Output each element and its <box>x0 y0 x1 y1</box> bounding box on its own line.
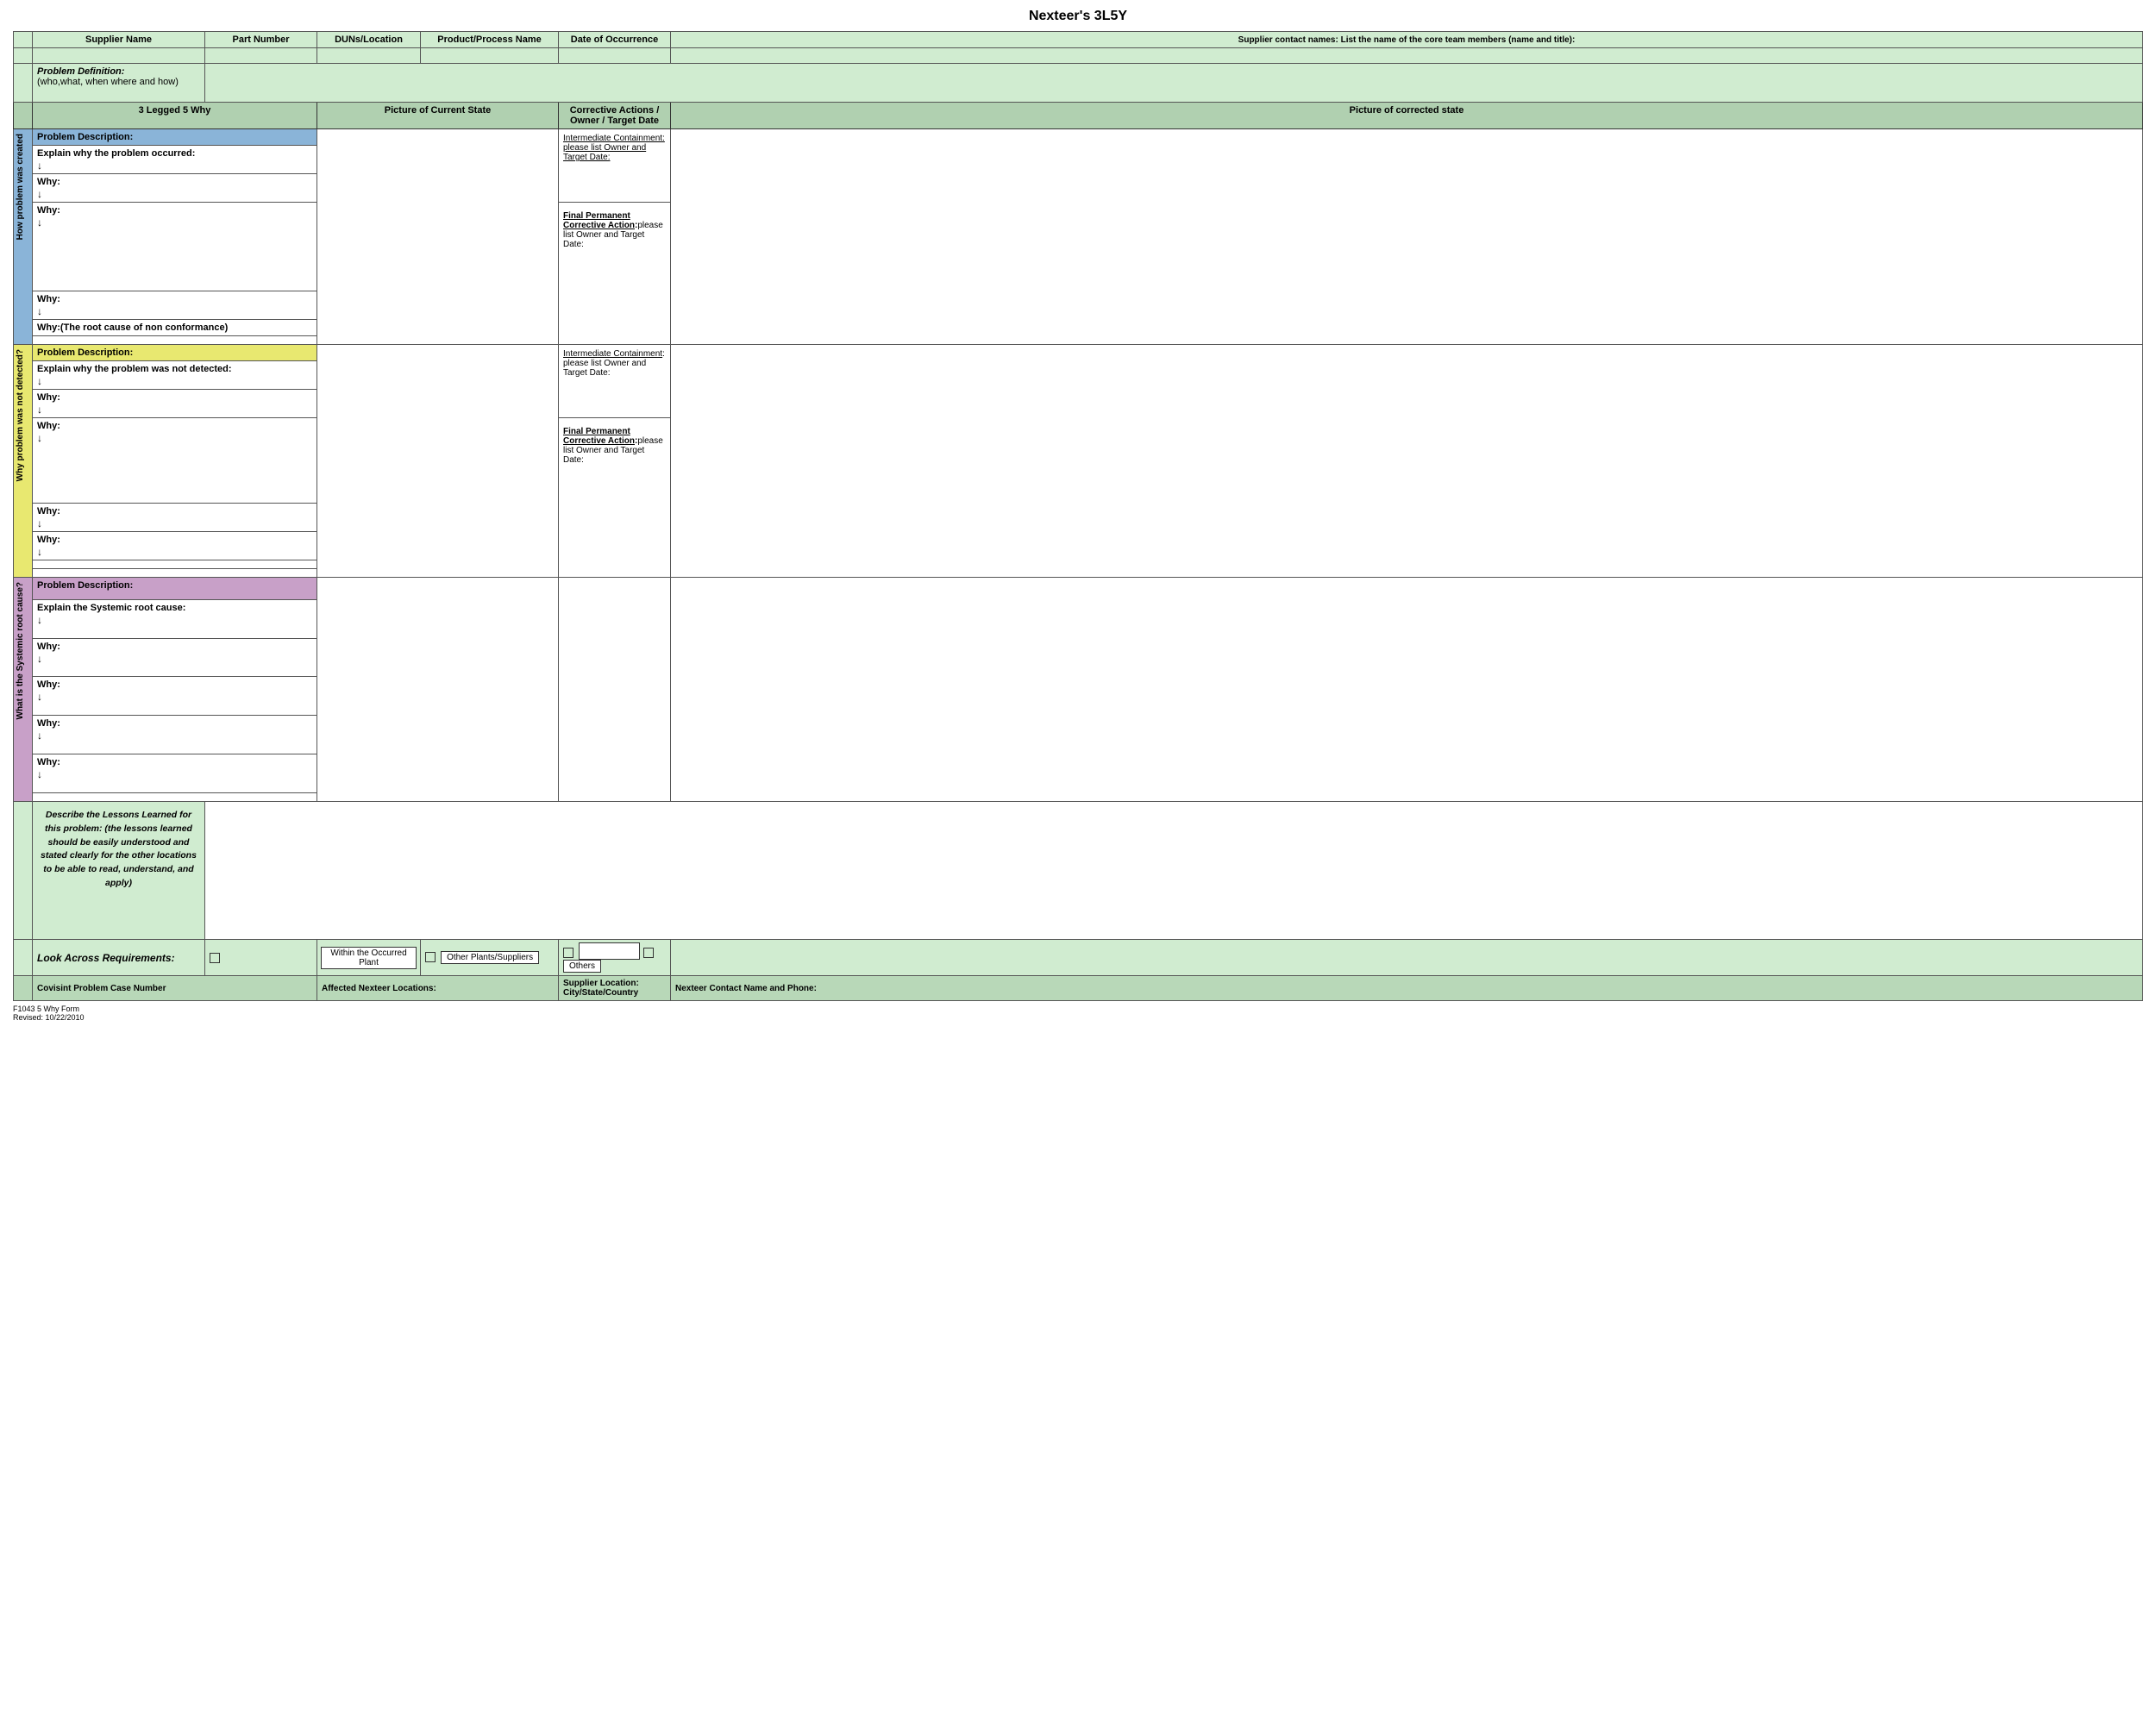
col-header-corrective: Corrective Actions / Owner / Target Date <box>559 103 671 129</box>
s2-why3[interactable]: Why: ↓ <box>33 504 317 532</box>
s2-intermediate-containment[interactable]: Intermediate Containment: please list Ow… <box>559 345 671 418</box>
s3-picture-cell[interactable] <box>317 578 559 802</box>
s2-picture-cell[interactable] <box>317 345 559 578</box>
duns-value[interactable] <box>317 48 421 64</box>
s1-why1[interactable]: Why: ↓ <box>33 174 317 203</box>
s1-root-cause[interactable]: Why:(The root cause of non conformance) <box>33 320 317 336</box>
s1-picture-cell[interactable] <box>317 129 559 345</box>
nexteer-contact-label: Nexteer Contact Name and Phone: <box>671 976 2143 1001</box>
s2-why2[interactable]: Why: ↓ <box>33 418 317 504</box>
problem-def-value[interactable] <box>205 64 2143 103</box>
look-across-checkbox4[interactable] <box>643 948 654 958</box>
lessons-label-cell: Describe the Lessons Learned for this pr… <box>33 802 205 940</box>
look-across-checkbox3[interactable] <box>563 948 573 958</box>
s1-final-corrective[interactable]: Final Permanent Corrective Action:Final … <box>559 203 671 345</box>
look-across-option2-btn[interactable]: Other Plants/Suppliers <box>441 951 539 964</box>
lessons-learned-text: Describe the Lessons Learned for this pr… <box>40 809 197 891</box>
lessons-spacer <box>14 802 33 940</box>
s1-why2[interactable]: Why: ↓ <box>33 203 317 291</box>
look-across-checkbox1[interactable] <box>210 953 220 963</box>
product-header: Product/Process Name <box>421 32 559 48</box>
s1-problem-desc[interactable]: Problem Description: <box>33 129 317 146</box>
date-value[interactable] <box>559 48 671 64</box>
s3-why2[interactable]: Why: ↓ <box>33 677 317 716</box>
page-title: Nexteer's 3L5Y <box>13 9 2143 24</box>
part-number-header: Part Number <box>205 32 317 48</box>
section1-vertical-label: How problem was created <box>14 129 33 345</box>
supplier-name-value[interactable] <box>33 48 205 64</box>
look-across-option3-cell[interactable]: Others <box>559 940 671 976</box>
look-across-option3-btn[interactable]: Others <box>563 960 601 973</box>
covisint-label: Covisint Problem Case Number <box>33 976 317 1001</box>
look-across-spacer <box>14 940 33 976</box>
look-across-option1-cell[interactable]: Within the Occurred Plant <box>317 940 421 976</box>
look-across-text-input[interactable] <box>579 942 640 960</box>
col-header-spacer <box>14 103 33 129</box>
s2-why4[interactable]: Why: ↓ <box>33 532 317 560</box>
look-across-checkbox2[interactable] <box>425 952 436 962</box>
problem-def-sublabel: (who,what, when where and how) <box>37 77 200 87</box>
s3-picture-corrected[interactable] <box>671 578 2143 802</box>
s2-problem-desc[interactable]: Problem Description: <box>33 345 317 361</box>
s1-picture-corrected[interactable] <box>671 129 2143 345</box>
look-across-option2-cell[interactable]: Other Plants/Suppliers <box>421 940 559 976</box>
look-across-label: Look Across Requirements: <box>33 940 205 976</box>
lessons-value-cell[interactable] <box>205 802 2143 940</box>
s1-why3[interactable]: Why: ↓ <box>33 291 317 320</box>
s2-spacer1 <box>33 560 317 569</box>
s3-spacer <box>33 793 317 802</box>
s2-final-corrective[interactable]: Final Permanent Corrective Action:please… <box>559 418 671 578</box>
col-header-three-legged: 3 Legged 5 Why <box>33 103 317 129</box>
supplier-name-header: Supplier Name <box>33 32 205 48</box>
prob-def-spacer <box>14 64 33 103</box>
s2-why1[interactable]: Why: ↓ <box>33 390 317 418</box>
look-across-extra <box>671 940 2143 976</box>
affected-label: Affected Nexteer Locations: <box>317 976 559 1001</box>
s3-problem-desc[interactable]: Problem Description: <box>33 578 317 600</box>
form-number: F1043 5 Why Form <box>13 1005 2143 1013</box>
s2-explain[interactable]: Explain why the problem was not detected… <box>33 361 317 390</box>
col-header-picture-current: Picture of Current State <box>317 103 559 129</box>
date-header: Date of Occurrence <box>559 32 671 48</box>
s3-corrective-cell[interactable] <box>559 578 671 802</box>
problem-def-label: Problem Definition: <box>37 66 200 77</box>
look-across-option1-btn[interactable]: Within the Occurred Plant <box>321 947 417 969</box>
footer-spacer <box>14 976 33 1001</box>
form-footer: F1043 5 Why Form Revised: 10/22/2010 <box>13 1005 2143 1022</box>
s1-intermediate-containment[interactable]: Intermediate Containment: please list Ow… <box>559 129 671 203</box>
header-corner-left <box>14 32 33 48</box>
supplier-location-label: Supplier Location: City/State/Country <box>559 976 671 1001</box>
spacer-left <box>14 48 33 64</box>
product-value[interactable] <box>421 48 559 64</box>
contact-header: Supplier contact names: List the name of… <box>671 32 2143 48</box>
s1-intermediate-label: Intermediate Containment: please list Ow… <box>563 134 665 162</box>
s1-spacer-bottom <box>33 336 317 345</box>
s3-why3[interactable]: Why: ↓ <box>33 716 317 754</box>
look-across-checkbox1-cell[interactable] <box>205 940 317 976</box>
s1-explain-arrow: ↓ <box>37 160 312 171</box>
col-header-picture-corrected: Picture of corrected state <box>671 103 2143 129</box>
s2-explain-arrow: ↓ <box>37 376 312 386</box>
s2-spacer2 <box>33 569 317 578</box>
s1-explain[interactable]: Explain why the problem occurred: ↓ <box>33 146 317 174</box>
contact-value[interactable] <box>671 48 2143 64</box>
section2-vertical-label: Why problem was not detected? <box>14 345 33 578</box>
s3-why1[interactable]: Why: ↓ <box>33 638 317 677</box>
s2-picture-corrected[interactable] <box>671 345 2143 578</box>
part-number-value[interactable] <box>205 48 317 64</box>
s3-why4[interactable]: Why: ↓ <box>33 754 317 793</box>
form-revised: Revised: 10/22/2010 <box>13 1013 2143 1022</box>
s3-explain[interactable]: Explain the Systemic root cause: ↓ <box>33 599 317 638</box>
duns-header: DUNs/Location <box>317 32 421 48</box>
section3-vertical-label: What is the Systemic root cause? <box>14 578 33 802</box>
